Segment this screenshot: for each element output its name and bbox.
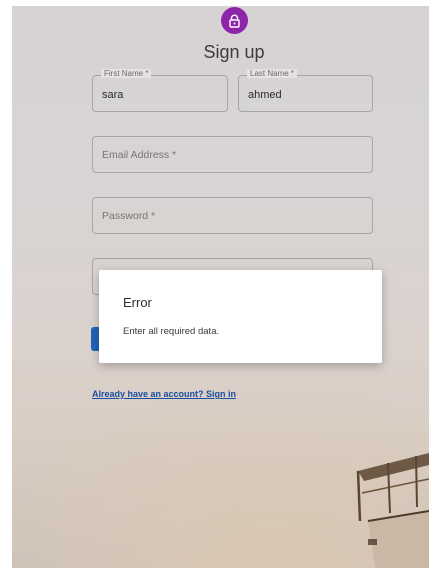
password-field[interactable]: Password *	[92, 197, 373, 234]
last-name-field[interactable]: Last Name * ahmed	[238, 69, 373, 112]
error-dialog-message: Enter all required data.	[123, 326, 220, 337]
error-dialog: Error Enter all required data.	[99, 270, 382, 363]
email-placeholder: Email Address *	[102, 149, 177, 161]
boat-illustration	[356, 453, 429, 568]
lock-icon	[229, 14, 240, 28]
password-placeholder: Password *	[102, 210, 156, 222]
first-name-field[interactable]: First Name * sara	[92, 69, 228, 112]
error-dialog-title: Error	[123, 295, 152, 310]
page-title: Sign up	[203, 42, 265, 62]
last-name-value: ahmed	[248, 89, 282, 101]
last-name-label: Last Name *	[247, 69, 298, 78]
signin-link[interactable]: Already have an account? Sign in	[92, 389, 236, 399]
lock-avatar	[221, 7, 248, 34]
first-name-value: sara	[102, 89, 124, 101]
first-name-label: First Name *	[101, 69, 152, 78]
email-field[interactable]: Email Address *	[92, 136, 373, 173]
